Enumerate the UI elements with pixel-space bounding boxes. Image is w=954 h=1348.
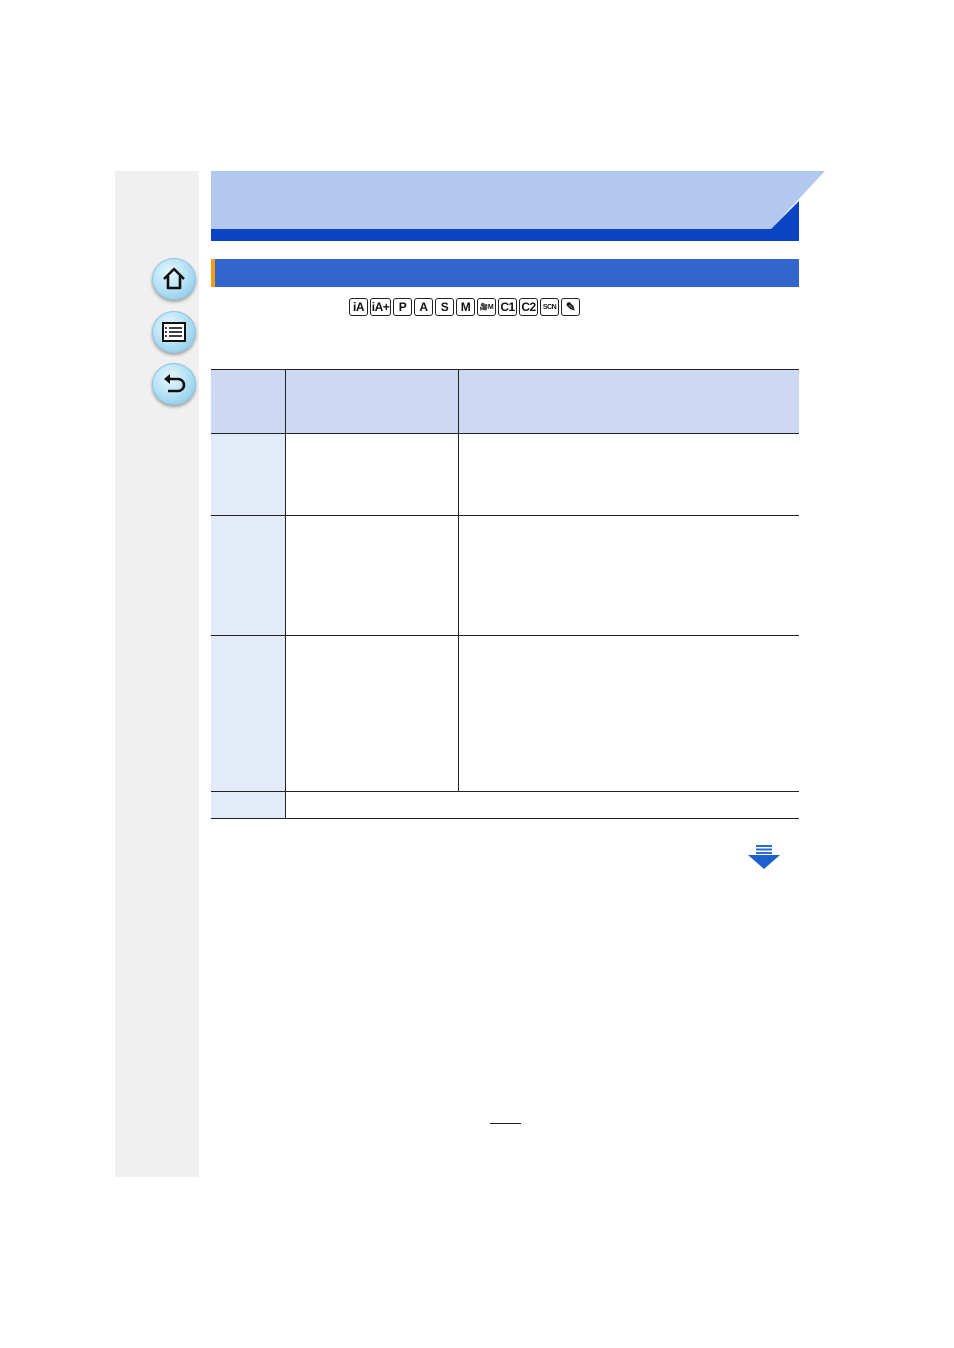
home-icon <box>163 267 185 290</box>
back-arrow-icon <box>164 374 186 393</box>
table-header-row <box>211 369 799 433</box>
chapter-header-band <box>211 171 825 241</box>
next-page-arrow-icon[interactable] <box>748 845 780 870</box>
mode-c1-icon: C1 <box>498 298 517 316</box>
table-column-rule <box>285 369 286 819</box>
table-rule <box>211 791 799 792</box>
mode-p-icon: P <box>393 298 412 316</box>
table-first-column <box>211 433 285 791</box>
table-rule <box>211 433 799 434</box>
mode-s-icon: S <box>435 298 454 316</box>
section-heading-bar <box>211 259 799 287</box>
back-button[interactable] <box>152 363 196 405</box>
mode-ia-icon: iA <box>349 298 368 316</box>
contents-button[interactable] <box>152 311 196 353</box>
home-button[interactable] <box>152 258 196 300</box>
mode-c2-icon: C2 <box>519 298 538 316</box>
table-rule <box>211 818 799 819</box>
settings-table <box>211 369 799 819</box>
mode-creative-video-icon: 🎥M <box>477 298 496 316</box>
table-note-label-cell <box>211 791 285 818</box>
mode-m-icon: M <box>456 298 475 316</box>
mode-ia-plus-icon: iA+ <box>370 298 391 316</box>
mode-a-icon: A <box>414 298 433 316</box>
table-column-rule <box>458 369 459 791</box>
table-rule <box>211 635 799 636</box>
page-number-underline <box>490 1123 521 1124</box>
table-rule <box>211 369 799 370</box>
contents-list-icon <box>162 322 186 342</box>
applicable-modes: iA iA+ P A S M 🎥M C1 C2 SCN ✎ <box>349 297 580 317</box>
mode-creative-control-icon: ✎ <box>561 298 580 316</box>
mode-scn-icon: SCN <box>540 298 559 316</box>
table-rule <box>211 515 799 516</box>
